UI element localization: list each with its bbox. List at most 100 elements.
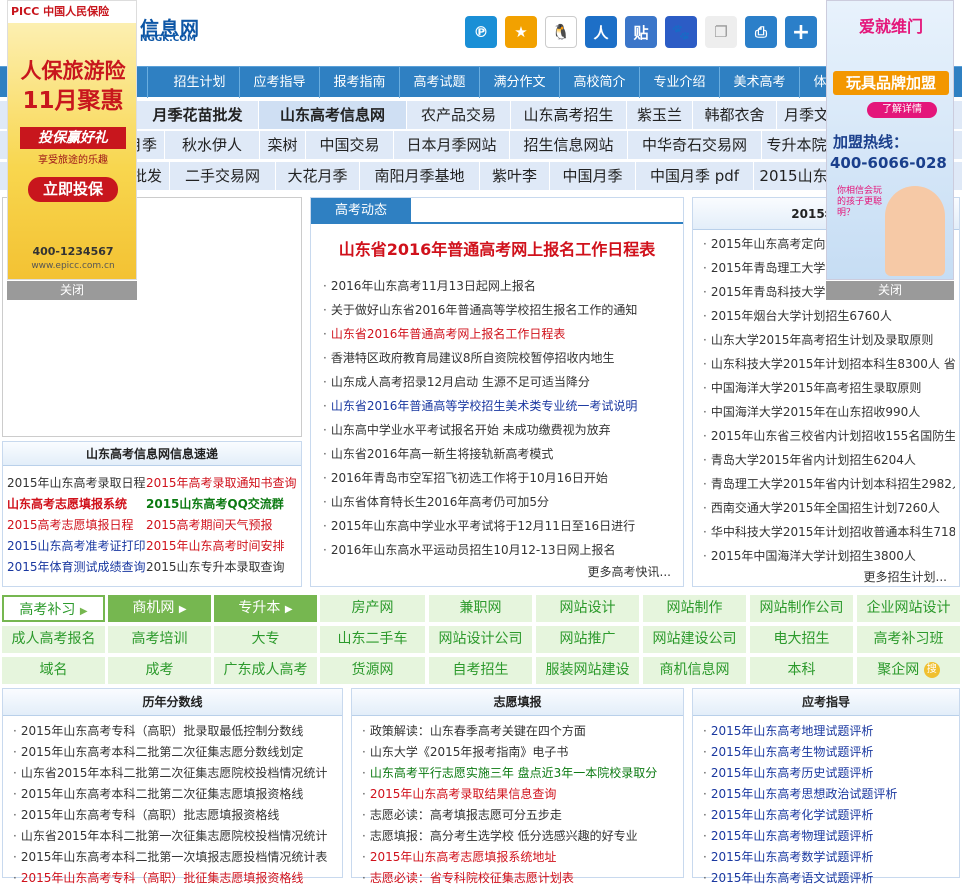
- keyword-link[interactable]: 招生信息网站: [510, 131, 628, 159]
- list-item[interactable]: · 关于做好山东省2016年普通高等学校招生报名工作的通知: [323, 298, 678, 322]
- keyword-link[interactable]: 紫叶李: [480, 162, 550, 190]
- link-cell[interactable]: 货源网: [320, 657, 425, 684]
- baidu-icon[interactable]: 🐾: [665, 16, 697, 48]
- list-item[interactable]: · 山东省2015年本科二批第二次征集志愿院校投档情况统计: [13, 763, 339, 784]
- nav-item[interactable]: 满分作文: [480, 67, 560, 98]
- keyword-link[interactable]: 大花月季: [276, 162, 360, 190]
- nav-item[interactable]: 招生计划: [160, 67, 240, 98]
- keyword-link[interactable]: 紫玉兰: [627, 101, 693, 129]
- list-item[interactable]: · 2016年青岛市空军招飞初选工作将于10月16日开始: [323, 466, 678, 490]
- link-cell[interactable]: 高考补习班: [857, 626, 960, 653]
- link-cell[interactable]: 商机信息网: [643, 657, 746, 684]
- picc-ad-banner[interactable]: PICC 中国人民保险 人保旅游险 11月聚惠 投保赢好礼 享受旅途的乐趣 立即…: [7, 0, 137, 280]
- list-item[interactable]: · 2015年烟台大学计划招生6760人: [703, 304, 955, 328]
- link-cell[interactable]: 聚企网 搜: [857, 657, 960, 684]
- link-cell[interactable]: 网站制作公司: [750, 595, 853, 622]
- keyword-link[interactable]: 月季花苗批发: [137, 101, 259, 129]
- list-item[interactable]: · 山东省2016年普通高考网上报名工作日程表: [323, 322, 678, 346]
- list-item[interactable]: · 香港特区政府教育局建议8所自资院校暂停招收内地生: [323, 346, 678, 370]
- list-item[interactable]: · 志愿填报：高分考生选学校 低分选感兴趣的好专业: [362, 826, 680, 847]
- link-cell[interactable]: 服装网站建设: [536, 657, 639, 684]
- keyword-link[interactable]: 秋水伊人: [165, 131, 260, 159]
- list-item[interactable]: · 2015年山东省三校省内计划招收155名国防生: [703, 424, 955, 448]
- link-cell[interactable]: 成人高考报名: [2, 626, 105, 653]
- list-item[interactable]: · 山东科技大学2015年计划招本科生8300人 省: [703, 352, 955, 376]
- qzone-icon[interactable]: ℗: [465, 16, 497, 48]
- list-item[interactable]: · 山东大学《2015年报考指南》电子书: [362, 742, 680, 763]
- list-item[interactable]: · 山东省2015年本科二批第一次征集志愿院校投档情况统计: [13, 826, 339, 847]
- keyword-link[interactable]: 二手交易网: [170, 162, 276, 190]
- list-item[interactable]: · 2015年中国海洋大学计划招生3800人: [703, 544, 955, 568]
- list-item[interactable]: · 2015年山东高考物理试题评析: [703, 826, 955, 847]
- express-link[interactable]: 2015高考期间天气预报: [146, 518, 273, 532]
- keyword-link[interactable]: 中国月季 pdf: [636, 162, 754, 190]
- favorite-icon[interactable]: ★: [505, 16, 537, 48]
- list-item[interactable]: · 2016年山东高水平运动员招生10月12-13日网上报名: [323, 538, 678, 562]
- print-icon[interactable]: ⎙: [745, 16, 777, 48]
- list-item[interactable]: · 2015年山东高考化学试题评析: [703, 805, 955, 826]
- list-item[interactable]: · 山东成人高考招录12月启动 生源不足可适当降分: [323, 370, 678, 394]
- express-link[interactable]: 2015年山东高考录取日程: [7, 473, 146, 494]
- list-item[interactable]: · 志愿必读：高考填报志愿可分五步走: [362, 805, 680, 826]
- recruit-more-link[interactable]: 更多招生计划...: [864, 568, 947, 585]
- express-link[interactable]: 2015年体育测试成绩查询: [7, 557, 146, 578]
- ad-cta-button[interactable]: 了解详情: [867, 102, 937, 118]
- list-item[interactable]: · 2015年山东高考语文试题评析: [703, 868, 955, 889]
- list-item[interactable]: · 2015年山东高中学业水平考试将于12月11日至16日进行: [323, 514, 678, 538]
- copy-icon[interactable]: ❐: [705, 16, 737, 48]
- list-item[interactable]: · 2015年山东高考地理试题评析: [703, 721, 955, 742]
- link-cell[interactable]: 广东成人高考: [214, 657, 317, 684]
- express-link[interactable]: 2015年高考录取通知书查询: [146, 476, 297, 490]
- link-cell[interactable]: 高考补习 ▶: [2, 595, 105, 622]
- nav-item[interactable]: 应考指导: [240, 67, 320, 98]
- list-item[interactable]: · 2015年山东高考本科二批第一次填报志愿投档情况统计表: [13, 847, 339, 868]
- list-item[interactable]: · 山东大学2015年高考招生计划及录取原则: [703, 328, 955, 352]
- link-cell[interactable]: 自考招生: [429, 657, 532, 684]
- list-item[interactable]: · 西南交通大学2015年全国招生计划7260人: [703, 496, 955, 520]
- keyword-link[interactable]: 中华奇石交易网: [628, 131, 762, 159]
- keyword-link[interactable]: 2015山东: [754, 162, 834, 190]
- nav-item[interactable]: 专业介绍: [640, 67, 720, 98]
- close-ad-button[interactable]: 关闭: [826, 281, 954, 300]
- list-item[interactable]: · 2015年山东高考思想政治试题评析: [703, 784, 955, 805]
- list-item[interactable]: · 青岛大学2015年省内计划招生6204人: [703, 448, 955, 472]
- toy-ad-banner[interactable]: 爱就维门 玩具品牌加盟 了解详情 加盟热线： 400-6066-028 你相信会…: [826, 0, 954, 280]
- list-item[interactable]: · 山东高中学业水平考试报名开始 未成功缴费视为放弃: [323, 418, 678, 442]
- list-item[interactable]: · 山东省体育特长生2016年高考仍可加5分: [323, 490, 678, 514]
- list-item[interactable]: · 2015年山东高考本科二批第二次征集志愿分数线划定: [13, 742, 339, 763]
- tab-news[interactable]: 高考动态: [311, 198, 411, 223]
- keyword-link[interactable]: 中国交易: [306, 131, 394, 159]
- nav-item[interactable]: 报考指南: [320, 67, 400, 98]
- keyword-link[interactable]: 日本月季网站: [394, 131, 510, 159]
- link-cell[interactable]: 网站设计: [536, 595, 639, 622]
- list-item[interactable]: · 2016年山东高考11月13日起网上报名: [323, 274, 678, 298]
- list-item[interactable]: · 2015年山东高考专科（高职）批征集志愿填报资格线: [13, 868, 339, 889]
- list-item[interactable]: · 2015年山东高考录取结果信息查询: [362, 784, 680, 805]
- express-link[interactable]: 2015山东高考准考证打印: [7, 536, 146, 557]
- keyword-link[interactable]: 农产品交易: [407, 101, 511, 129]
- nav-item[interactable]: 高考试题: [400, 67, 480, 98]
- list-item[interactable]: · 志愿必读：省专科院校征集志愿计划表: [362, 868, 680, 889]
- express-link[interactable]: 2015年山东高考时间安排: [146, 539, 285, 553]
- link-cell[interactable]: 兼职网: [429, 595, 532, 622]
- list-item[interactable]: · 山东高考平行志愿实施三年 盘点近3年一本院校录取分: [362, 763, 680, 784]
- list-item[interactable]: · 2015年山东高考历史试题评析: [703, 763, 955, 784]
- keyword-link[interactable]: 栾树: [260, 131, 306, 159]
- list-item[interactable]: · 2015年山东高考专科（高职）批录取最低控制分数线: [13, 721, 339, 742]
- link-cell[interactable]: 房产网: [320, 595, 425, 622]
- list-item[interactable]: · 中国海洋大学2015年在山东招收990人: [703, 400, 955, 424]
- list-item[interactable]: · 2015年山东高考志愿填报系统地址: [362, 847, 680, 868]
- link-cell[interactable]: 成考: [108, 657, 211, 684]
- express-link[interactable]: 2015山东高考QQ交流群: [146, 497, 284, 511]
- nav-item[interactable]: 高校简介: [560, 67, 640, 98]
- link-cell[interactable]: 网站设计公司: [429, 626, 532, 653]
- list-item[interactable]: · 华中科技大学2015年计划招收普通本科生718: [703, 520, 955, 544]
- link-cell[interactable]: 高考培训: [108, 626, 211, 653]
- link-cell[interactable]: 本科: [750, 657, 853, 684]
- link-cell[interactable]: 域名: [2, 657, 105, 684]
- list-item[interactable]: · 2015年山东高考数学试题评析: [703, 847, 955, 868]
- link-cell[interactable]: 网站制作: [643, 595, 746, 622]
- link-cell[interactable]: 企业网站设计: [857, 595, 960, 622]
- qq-icon[interactable]: 🐧: [545, 16, 577, 48]
- list-item[interactable]: · 2015年山东高考专科（高职）批志愿填报资格线: [13, 805, 339, 826]
